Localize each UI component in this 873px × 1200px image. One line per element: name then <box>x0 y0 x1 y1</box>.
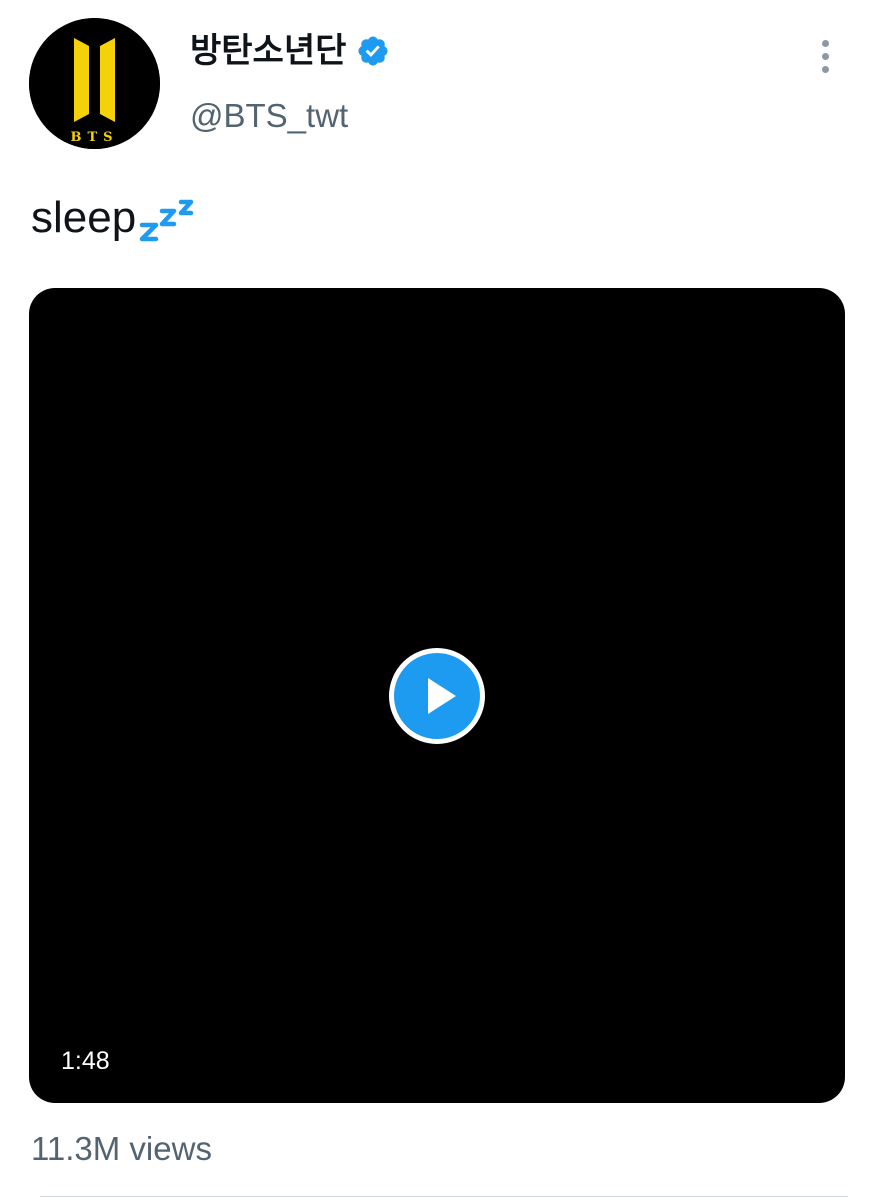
more-dot-icon <box>821 65 829 73</box>
tweet: BTS 방탄소년단 @BTS_twt sleep 1:48 11.3M view… <box>0 0 873 1200</box>
avatar[interactable]: BTS <box>29 18 160 149</box>
more-dot-icon <box>821 39 829 47</box>
play-button[interactable] <box>389 648 485 744</box>
author-handle[interactable]: @BTS_twt <box>190 94 348 138</box>
play-icon <box>428 678 456 714</box>
tweet-text: sleep <box>31 190 198 246</box>
view-count: 11.3M views <box>31 1130 212 1167</box>
more-options-button[interactable] <box>806 34 844 78</box>
author-row: 방탄소년단 <box>190 26 390 76</box>
bts-logo-icon: BTS <box>29 18 160 149</box>
video-player[interactable]: 1:48 <box>29 288 845 1103</box>
avatar-logo-text: BTS <box>70 130 118 145</box>
tweet-text-content: sleep <box>31 193 137 242</box>
more-dot-icon <box>821 52 829 60</box>
divider <box>40 1196 848 1197</box>
display-name[interactable]: 방탄소년단 <box>190 26 346 76</box>
zzz-icon <box>138 193 198 243</box>
verified-badge-icon <box>356 34 390 68</box>
video-duration: 1:48 <box>61 1047 110 1075</box>
